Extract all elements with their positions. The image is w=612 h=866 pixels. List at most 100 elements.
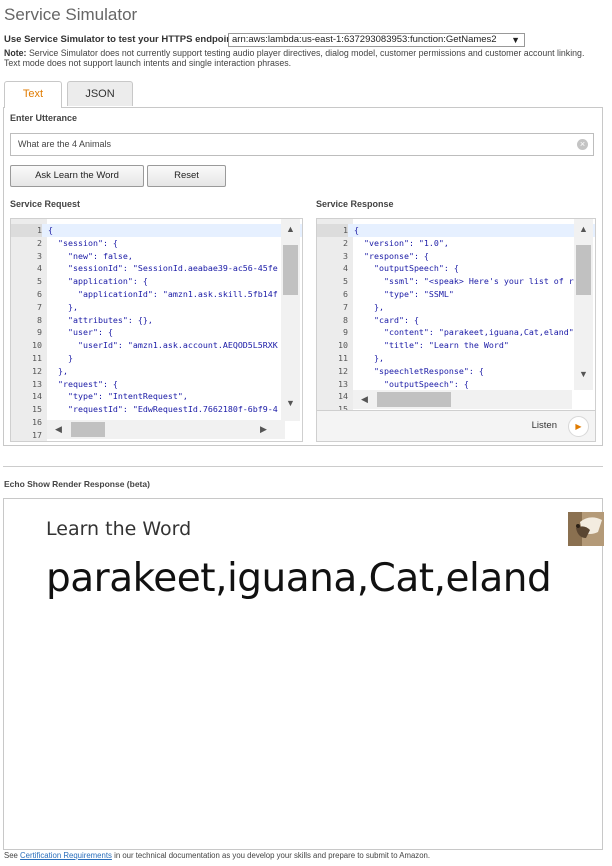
line-number: 13 [32,378,42,389]
code-line: 6 "type": "SSML" [317,288,595,301]
code-lines: 1{2 "version": "1.0", 3 "response": {4 "o… [317,224,595,411]
ask-button[interactable]: Ask Learn the Word [10,165,144,187]
line-number: 10 [338,340,348,351]
scroll-down-icon[interactable]: ▼ [286,399,295,408]
horizontal-scrollbar[interactable]: ◀ ▶ [47,420,285,439]
code-text: "user": { [48,327,113,338]
line-number: 2 [37,237,42,248]
code-line: 7 }, [317,301,595,314]
code-line: 11 } [11,352,302,365]
code-text: }, [48,365,68,376]
line-number: 10 [32,340,42,351]
echo-show-label: Echo Show Render Response (beta) [4,479,150,489]
code-text: "requestId": "EdwRequestId.7662180f-6bf9… [48,404,278,415]
scroll-up-icon[interactable]: ▲ [579,225,588,234]
line-number: 4 [343,263,348,274]
code-line: 1{ [317,224,595,237]
code-text: "applicationId": "amzn1.ask.skill.5fb14f [48,288,278,299]
code-text: "type": "IntentRequest", [48,391,188,402]
line-number: 8 [37,314,42,325]
line-number: 14 [32,391,42,402]
play-icon[interactable]: ▶ [568,416,589,437]
scroll-down-icon[interactable]: ▼ [579,370,588,379]
card-title: Learn the Word [46,518,192,540]
echo-show-frame [3,498,603,850]
line-number: 3 [37,250,42,261]
section-divider [3,466,603,467]
code-line: 2 "version": "1.0", [317,237,595,250]
note-text: Note: Service Simulator does not current… [4,48,604,68]
code-text: "application": { [48,276,148,287]
line-number: 3 [343,250,348,261]
line-number: 6 [37,288,42,299]
clear-icon[interactable]: × [577,139,588,150]
tab-text[interactable]: Text [4,81,62,108]
line-number: 14 [338,391,348,402]
note-line-1: Service Simulator does not currently sup… [28,48,585,58]
scroll-left-icon[interactable]: ◀ [361,395,368,404]
vertical-scrollbar[interactable]: ▲ ▼ [574,219,593,390]
code-line: 9 "content": "parakeet,iguana,Cat,eland" [317,326,595,339]
vertical-scrollbar[interactable]: ▲ ▼ [281,219,300,421]
code-line: 5 "application": { [11,275,302,288]
service-request-editor[interactable]: 1{2 "session": {3 "new": false, 4 "sessio… [10,218,303,442]
code-text: } [48,352,73,363]
line-number: 9 [37,327,42,338]
horizontal-scrollbar[interactable]: ◀ [353,390,572,409]
code-line: 3 "response": { [317,250,595,263]
endpoint-value: arn:aws:lambda:us-east-1:637293083953:fu… [232,34,497,45]
line-number: 12 [338,365,348,376]
endpoint-label: Use Service Simulator to test your HTTPS… [4,34,239,45]
code-text: "outputSpeech": { [354,378,469,389]
code-text: "card": { [354,314,419,325]
code-text: "userId": "amzn1.ask.account.AEQOD5L5RXK [48,340,278,351]
code-lines: 1{2 "session": {3 "new": false, 4 "sessio… [11,224,302,441]
line-number: 12 [32,365,42,376]
scroll-thumb[interactable] [283,245,298,295]
certification-requirements-link[interactable]: Certification Requirements [20,851,112,860]
line-number: 6 [343,288,348,299]
code-line: 10 "userId": "amzn1.ask.account.AEQOD5L5… [11,339,302,352]
tab-json[interactable]: JSON [67,81,133,106]
line-number: 2 [343,237,348,248]
footer-prefix: See [4,851,18,860]
line-number: 1 [11,224,42,237]
code-text: { [48,225,53,235]
code-line: 15 "requestId": "EdwRequestId.7662180f-6… [11,403,302,416]
line-number: 5 [343,276,348,287]
line-number: 16 [32,416,42,427]
code-line: 10 "title": "Learn the Word" [317,339,595,352]
reset-button[interactable]: Reset [147,165,226,187]
code-line: 13 "request": { [11,378,302,391]
line-number: 15 [338,404,348,411]
scroll-thumb-horizontal[interactable] [71,422,105,437]
utterance-input[interactable]: What are the 4 Animals × [10,133,594,156]
scroll-right-icon[interactable]: ▶ [260,425,267,434]
code-line: 13 "outputSpeech": { [317,378,595,391]
code-line: 7 }, [11,301,302,314]
code-text: "title": "Learn the Word" [354,340,509,351]
scroll-left-icon[interactable]: ◀ [55,425,62,434]
line-number: 8 [343,314,348,325]
code-text: "ssml": "<speak> Here's your list of r [354,276,574,287]
line-number: 17 [32,429,42,440]
code-line: 3 "new": false, [11,250,302,263]
service-response-editor[interactable]: 1{2 "version": "1.0", 3 "response": {4 "o… [316,218,596,411]
scroll-thumb-horizontal[interactable] [377,392,451,407]
code-line: 1{ [11,224,302,237]
code-text: "attributes": {}, [48,314,153,325]
page-title: Service Simulator [4,5,138,24]
code-line: 12 "speechletResponse": { [317,365,595,378]
scroll-thumb[interactable] [576,245,591,295]
line-number: 7 [343,301,348,312]
code-text: "new": false, [48,250,133,261]
note-line-2: Text mode does not support launch intent… [4,58,292,68]
card-content: parakeet,iguana,Cat,eland [46,556,552,601]
code-line: 6 "applicationId": "amzn1.ask.skill.5fb1… [11,288,302,301]
scroll-up-icon[interactable]: ▲ [286,225,295,234]
line-number: 5 [37,276,42,287]
endpoint-select[interactable]: arn:aws:lambda:us-east-1:637293083953:fu… [228,33,525,47]
code-line: 14 "type": "IntentRequest", [11,390,302,403]
line-number: 9 [343,327,348,338]
code-text: { [354,225,359,235]
